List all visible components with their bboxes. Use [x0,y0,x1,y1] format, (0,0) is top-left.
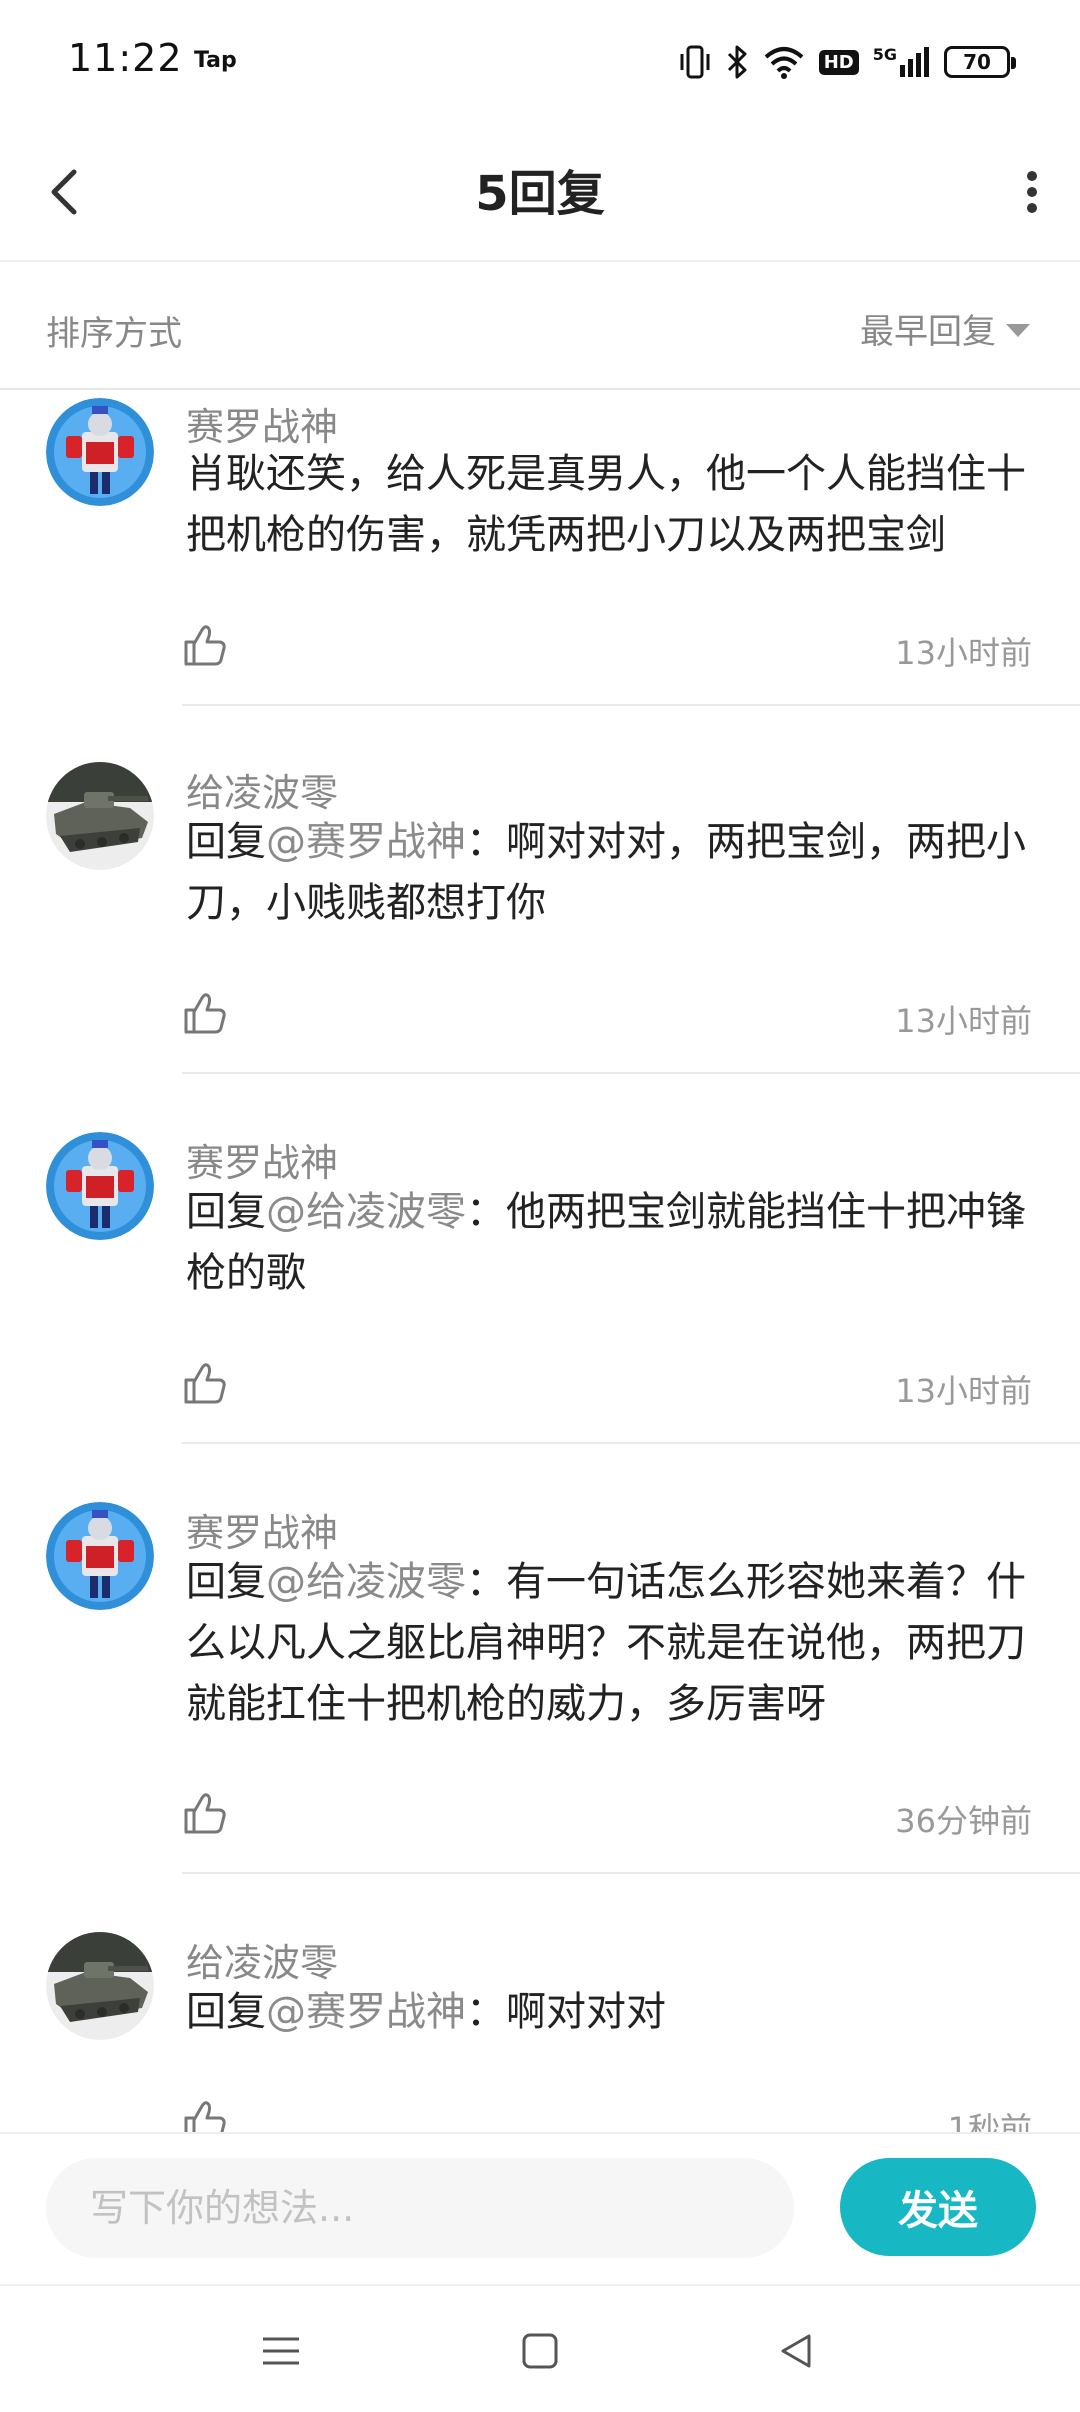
vibrate-icon [680,45,710,79]
sort-label: 排序方式 [46,314,182,354]
reply-prefix: 回复 [186,1559,266,1605]
comment-author[interactable]: 赛罗战神 [186,1132,338,1187]
comment-text: 回复@赛罗战神：啊对对对，两把宝剑，两把小刀，小贱贱都想打你 [186,812,1036,934]
comment-time: 13小时前 [895,1372,1032,1410]
battery-level: 70 [963,50,991,74]
more-options-button[interactable] [1002,150,1062,230]
comment-text: 回复@给凌波零：有一句话怎么形容她来着？什么以凡人之躯比肩神明？不就是在说他，两… [186,1552,1036,1735]
avatar[interactable] [46,1932,154,2040]
mention-link[interactable]: @给凌波零 [266,1189,466,1235]
bluetooth-icon [727,45,747,79]
square-home-icon [522,2333,558,2369]
comment-body: ：啊对对对 [466,1989,666,2035]
comment-text: 回复@赛罗战神：啊对对对 [186,1982,1036,2043]
cellular-signal: 5G [873,47,930,77]
hd-voice-icon: HD [818,49,859,75]
comment-time: 13小时前 [895,1002,1032,1040]
comment-author[interactable]: 给凌波零 [186,1932,338,1987]
reply-prefix: 回复 [186,1989,266,2035]
thumbs-up-icon[interactable] [182,2098,228,2132]
reply-screen: 11:22 Tap HD 5G 70 5回复 排序方式 最早回复 赛罗战神 肖耿… [0,0,1080,2412]
comment-author[interactable]: 赛罗战神 [186,396,338,451]
system-navigation-bar [0,2284,1080,2412]
signal-bars-icon [900,47,929,77]
divider [182,1872,1080,1874]
comment-body: 肖耿还笑，给人死是真男人，他一个人能挡住十把机枪的伤害，就凭两把小刀以及两把宝剑 [186,451,1026,558]
sort-bar: 排序方式 最早回复 [0,262,1080,390]
reply-prefix: 回复 [186,1189,266,1235]
menu-button[interactable] [246,2316,316,2386]
caret-down-icon [1006,324,1030,337]
thumbs-up-icon[interactable] [182,1790,228,1836]
send-button[interactable]: 发送 [840,2158,1036,2256]
tank-avatar-icon [46,1932,154,2040]
sort-selected-value: 最早回复 [860,312,996,352]
tank-avatar-icon [46,762,154,870]
comment-time: 36分钟前 [895,1802,1032,1840]
back-nav-button[interactable] [762,2316,832,2386]
divider [182,704,1080,706]
avatar[interactable] [46,1132,154,1240]
mention-link[interactable]: @赛罗战神 [266,819,466,865]
menu-icon [263,2337,299,2365]
sort-dropdown[interactable]: 最早回复 [860,304,1030,353]
reply-input-bar: 发送 [0,2132,1080,2282]
top-app-bar: 5回复 [0,120,1080,262]
avatar[interactable] [46,1502,154,1610]
mention-link[interactable]: @给凌波零 [266,1559,466,1605]
triangle-back-icon [781,2334,811,2368]
page-title: 5回复 [475,166,605,222]
status-bar: 11:22 Tap HD 5G 70 [0,0,1080,120]
reply-prefix: 回复 [186,819,266,865]
comment-text: 肖耿还笑，给人死是真男人，他一个人能挡住十把机枪的伤害，就凭两把小刀以及两把宝剑 [186,444,1036,566]
more-vertical-icon [1027,171,1037,213]
mention-link[interactable]: @赛罗战神 [266,1989,466,2035]
comment-text: 回复@给凌波零：他两把宝剑就能挡住十把冲锋枪的歌 [186,1182,1036,1304]
thumbs-up-icon[interactable] [182,990,228,1036]
status-time: 11:22 [68,36,183,80]
comment-author[interactable]: 赛罗战神 [186,1502,338,1557]
comment-author[interactable]: 给凌波零 [186,762,338,817]
network-type: 5G [872,45,897,64]
ultraman-avatar-icon [46,398,154,506]
thumbs-up-icon[interactable] [182,1360,228,1406]
battery-icon: 70 [944,46,1016,78]
reply-input[interactable] [46,2158,794,2258]
reply-list[interactable]: 赛罗战神 肖耿还笑，给人死是真男人，他一个人能挡住十把机枪的伤害，就凭两把小刀以… [0,392,1080,2132]
divider [182,1442,1080,1444]
comment-time: 13小时前 [895,634,1032,672]
wifi-icon [764,47,804,79]
taptap-notification-icon: Tap [194,48,237,73]
ultraman-avatar-icon [46,1132,154,1240]
home-button[interactable] [505,2316,575,2386]
avatar[interactable] [46,762,154,870]
comment-time: 1秒前 [947,2110,1032,2132]
divider [182,1072,1080,1074]
thumbs-up-icon[interactable] [182,622,228,668]
status-icons: HD 5G 70 [679,38,1016,86]
ultraman-avatar-icon [46,1502,154,1610]
avatar[interactable] [46,398,154,506]
